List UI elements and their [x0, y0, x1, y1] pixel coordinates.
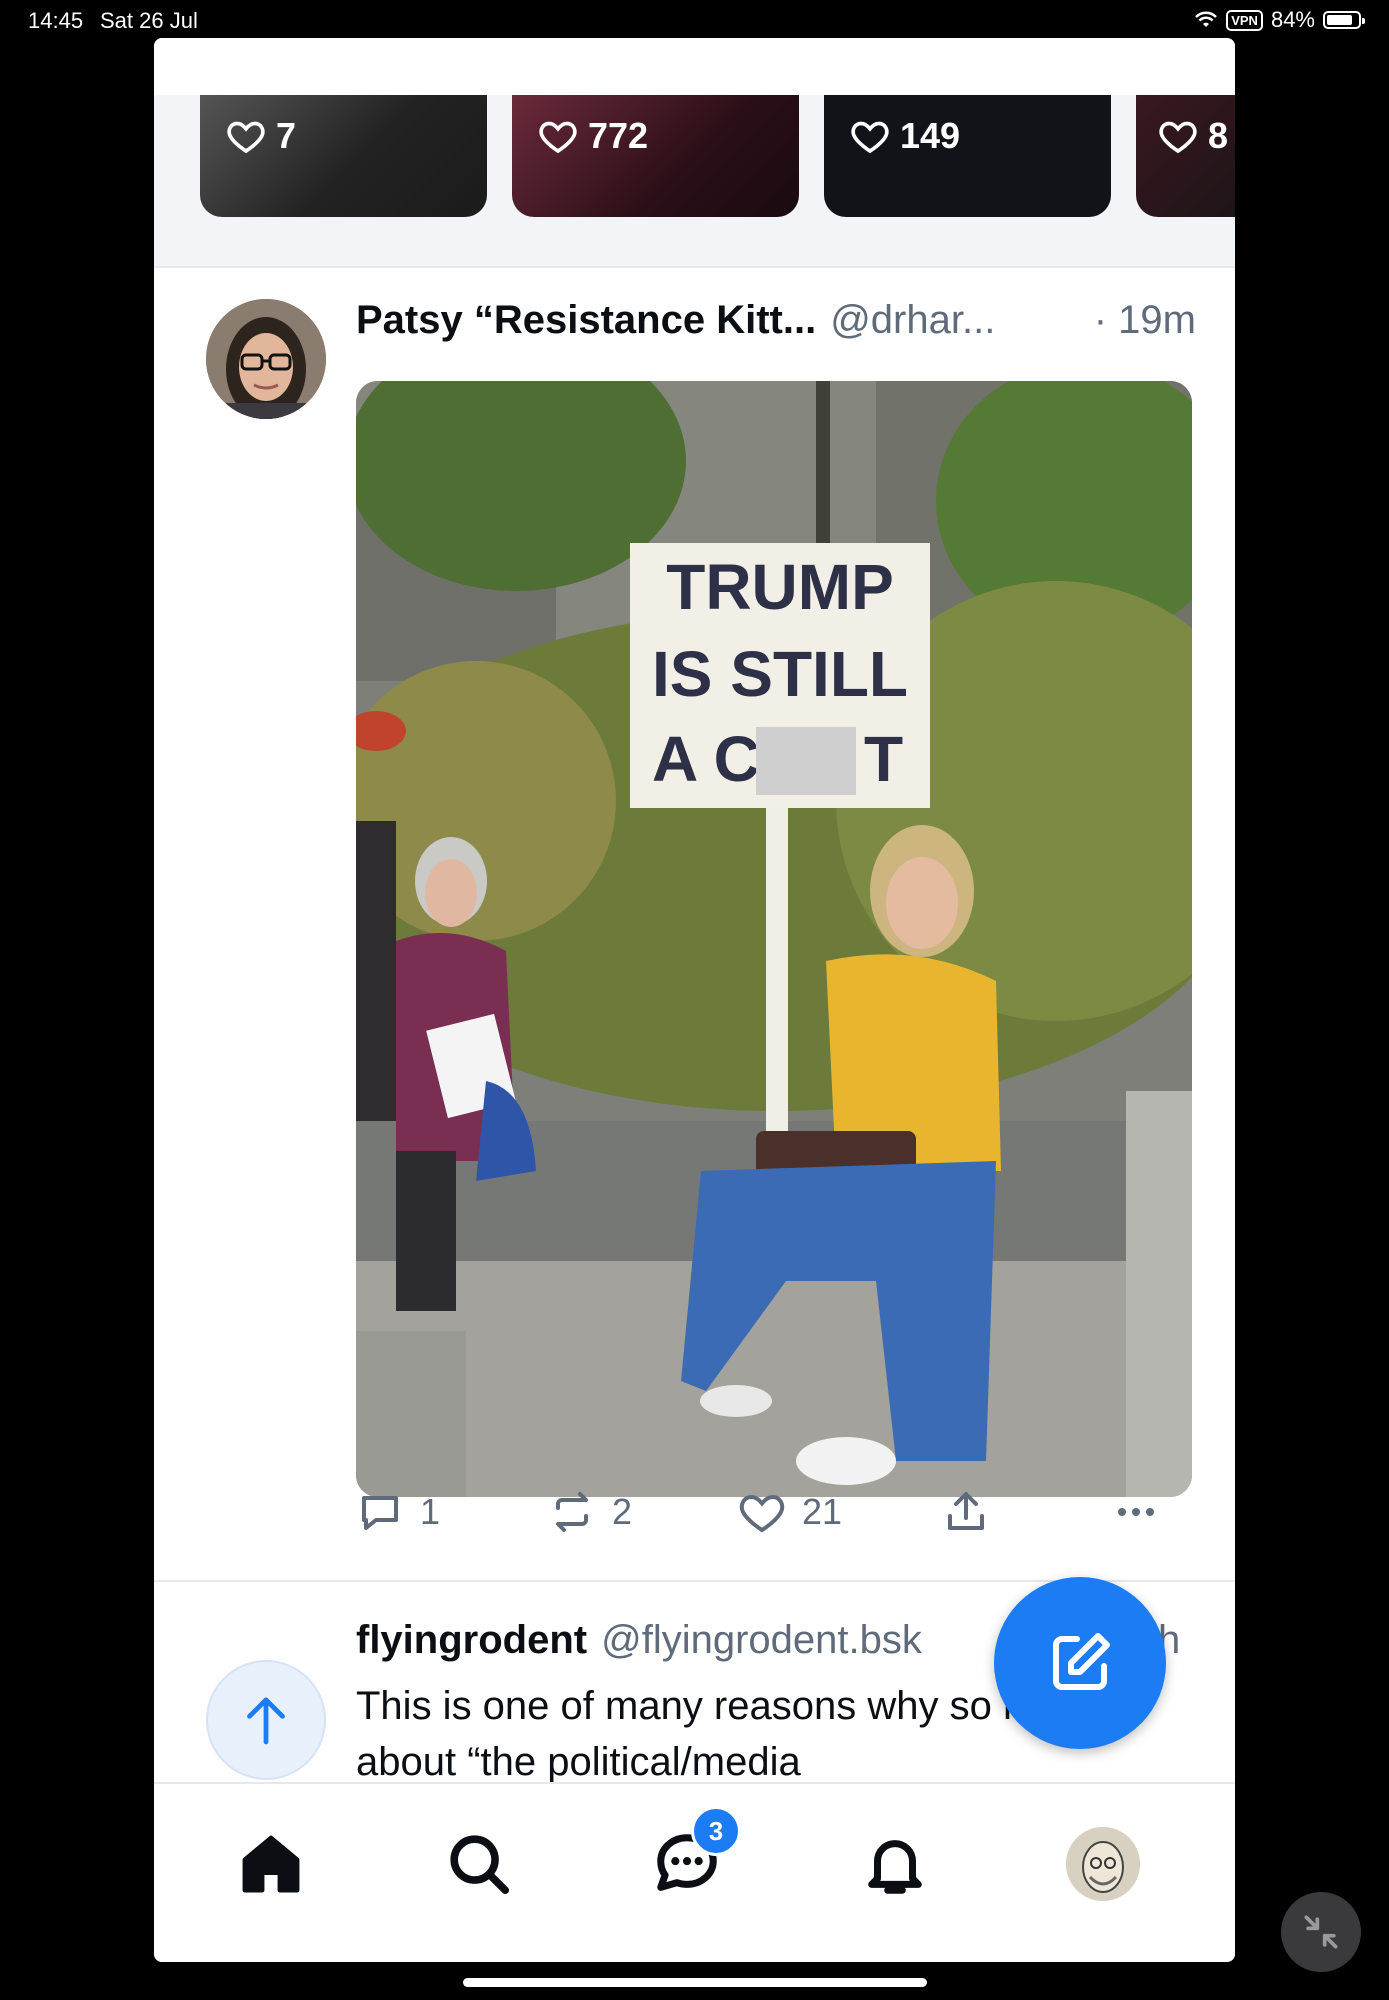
profile-avatar — [1066, 1827, 1140, 1901]
more-options-button[interactable] — [1112, 1488, 1160, 1536]
heart-icon — [227, 121, 265, 154]
post-timestamp[interactable]: · 19m — [1094, 298, 1196, 343]
author-handle[interactable]: @flyingrodent.bsk — [601, 1618, 922, 1663]
like-count: 21 — [802, 1491, 843, 1532]
trending-like-count: 772 — [538, 115, 648, 157]
trending-card[interactable]: 7 — [200, 95, 487, 217]
reply-button[interactable]: 1 — [356, 1488, 440, 1536]
bluesky-app-window: 7 772 149 8 Patsy “Resistance Kitt... @d… — [154, 38, 1235, 1962]
post-header: Patsy “Resistance Kitt... @drhar... · 19… — [356, 298, 1196, 343]
trending-carousel[interactable]: 7 772 149 8 — [154, 95, 1235, 268]
trending-card[interactable]: 149 — [824, 95, 1111, 217]
reply-count: 1 — [420, 1491, 441, 1532]
tab-profile[interactable] — [1063, 1824, 1143, 1904]
share-icon — [948, 1492, 984, 1530]
heart-icon — [851, 121, 889, 154]
sign-text-line-3b: T — [864, 723, 903, 795]
battery-percent: 84% — [1270, 7, 1315, 32]
status-time: 14:45 — [28, 8, 84, 33]
status-indicators: VPN 84% — [1194, 7, 1365, 33]
comment-icon — [362, 1496, 398, 1530]
author-handle[interactable]: @drhar... — [830, 298, 995, 343]
feed-post[interactable]: Patsy “Resistance Kitt... @drhar... · 19… — [154, 268, 1235, 1578]
more-icon — [1118, 1508, 1154, 1516]
post-image[interactable]: TRUMP IS STILL A C T — [356, 381, 1192, 1497]
scroll-to-top-button[interactable] — [206, 1660, 326, 1780]
messages-badge: 3 — [691, 1806, 741, 1856]
status-bar: 14:45 Sat 26 Jul VPN 84% — [0, 0, 1389, 38]
like-button[interactable]: 21 — [738, 1488, 842, 1536]
repost-button[interactable]: 2 — [548, 1488, 632, 1536]
vpn-badge: VPN — [1226, 9, 1263, 31]
compose-icon — [1053, 1633, 1110, 1690]
battery-level — [1327, 15, 1353, 25]
trending-like-count: 149 — [850, 115, 960, 157]
tab-search[interactable] — [439, 1824, 519, 1904]
status-date: Sat 26 Jul — [100, 8, 198, 33]
collapse-icon — [1304, 1915, 1338, 1949]
compose-post-button[interactable] — [994, 1577, 1166, 1749]
repost-icon — [556, 1492, 588, 1532]
heart-icon — [739, 1494, 785, 1533]
post-header: flyingrodent @flyingrodent.bsk — [356, 1618, 922, 1663]
trending-like-count: 7 — [226, 115, 296, 157]
post-actions: 1 2 21 — [356, 1488, 1192, 1548]
arrow-up-icon — [247, 1697, 285, 1745]
author-name[interactable]: Patsy “Resistance Kitt... — [356, 298, 816, 343]
tab-messages[interactable]: 3 — [647, 1806, 741, 1904]
battery-icon — [1323, 11, 1365, 29]
app-top-bar — [154, 38, 1235, 95]
sign-text-line-1: TRUMP — [666, 551, 894, 623]
search-icon — [450, 1835, 510, 1895]
tab-home[interactable] — [231, 1824, 311, 1904]
wifi-icon — [1195, 11, 1218, 27]
heart-icon — [539, 121, 577, 154]
bottom-tab-bar: 3 — [154, 1782, 1235, 1962]
trending-card[interactable]: 772 — [512, 95, 799, 217]
tab-notifications[interactable] — [855, 1824, 935, 1904]
author-name[interactable]: flyingrodent — [356, 1618, 587, 1663]
home-indicator[interactable] — [463, 1978, 927, 1987]
home-icon — [242, 1835, 300, 1893]
repost-count: 2 — [612, 1491, 633, 1532]
sign-text-line-3a: A C — [652, 723, 760, 795]
minimize-window-button[interactable] — [1281, 1892, 1361, 1972]
share-button[interactable] — [942, 1488, 990, 1536]
sign-text-line-2: IS STILL — [652, 638, 908, 710]
trending-card[interactable]: 8 — [1136, 95, 1235, 217]
bell-icon — [868, 1840, 922, 1894]
author-avatar[interactable] — [206, 299, 326, 419]
heart-icon — [1159, 121, 1197, 154]
trending-like-count: 8 — [1158, 115, 1228, 157]
